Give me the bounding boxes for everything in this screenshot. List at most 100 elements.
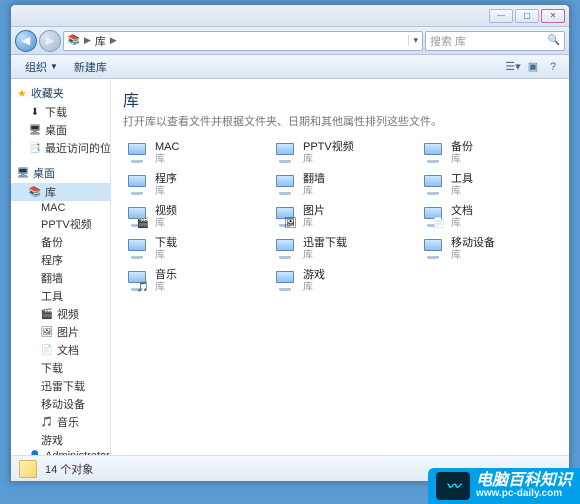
library-sublabel: 库 bbox=[451, 250, 495, 261]
nav-item-lib[interactable]: 🎬视频 bbox=[11, 305, 110, 323]
library-icon bbox=[125, 173, 149, 197]
view-options-button[interactable]: ☰▾ bbox=[503, 57, 523, 77]
library-sublabel: 库 bbox=[155, 250, 177, 261]
watermark-title: 电脑百科知识 bbox=[476, 473, 572, 489]
close-button[interactable]: ✕ bbox=[541, 9, 565, 23]
library-icon: 📚 bbox=[29, 186, 41, 198]
chevron-down-icon: ▼ bbox=[50, 62, 58, 71]
library-icon bbox=[273, 173, 297, 197]
library-item[interactable]: 🖼图片库 bbox=[271, 203, 409, 231]
library-sublabel: 库 bbox=[451, 154, 473, 165]
nav-item-lib[interactable]: 程序 bbox=[11, 251, 110, 269]
library-name: 程序 bbox=[155, 173, 177, 185]
library-item[interactable]: 迅雷下载库 bbox=[271, 235, 409, 263]
library-name: 游戏 bbox=[303, 269, 325, 281]
library-item[interactable]: 🎬视频库 bbox=[123, 203, 261, 231]
library-sublabel: 库 bbox=[155, 186, 177, 197]
breadcrumb-dropdown[interactable]: ▾ bbox=[408, 35, 418, 46]
desktop-header[interactable]: 🖥桌面 bbox=[11, 163, 110, 183]
nav-item-lib[interactable]: 翻墙 bbox=[11, 269, 110, 287]
content-pane: 库 打开库以查看文件并根据文件夹、日期和其他属性排列这些文件。 MAC库PPTV… bbox=[111, 79, 569, 455]
page-title: 库 bbox=[123, 87, 557, 111]
library-item[interactable]: 游戏库 bbox=[271, 267, 409, 295]
nav-item-lib[interactable]: 工具 bbox=[11, 287, 110, 305]
navigation-pane[interactable]: ★收藏夹 ⬇下载 🖥桌面 📑最近访问的位置 🖥桌面 📚库 MAC PPTV视频 … bbox=[11, 79, 111, 455]
library-icon: 🎵 bbox=[125, 269, 149, 293]
nav-item-lib[interactable]: PPTV视频 bbox=[11, 215, 110, 233]
nav-item-recent[interactable]: 📑最近访问的位置 bbox=[11, 139, 110, 157]
library-name: 音乐 bbox=[155, 269, 177, 281]
library-name: MAC bbox=[155, 141, 179, 153]
favorites-header[interactable]: ★收藏夹 bbox=[11, 83, 110, 103]
search-placeholder: 搜索 库 bbox=[430, 33, 466, 49]
library-item[interactable]: 备份库 bbox=[419, 139, 557, 167]
library-icon bbox=[273, 237, 297, 261]
library-sublabel: 库 bbox=[303, 250, 347, 261]
library-icon: 📄 bbox=[421, 205, 445, 229]
library-item[interactable]: 📄 文档库 bbox=[419, 203, 557, 231]
library-sublabel: 库 bbox=[155, 282, 177, 293]
video-icon: 🎬 bbox=[41, 308, 53, 320]
library-icon bbox=[273, 141, 297, 165]
library-item[interactable]: 翻墙库 bbox=[271, 171, 409, 199]
library-icon bbox=[125, 141, 149, 165]
nav-item-lib[interactable]: 下载 bbox=[11, 359, 110, 377]
breadcrumb[interactable]: 📚 ▶ 库 ▶ ▾ bbox=[63, 31, 423, 51]
chevron-right-icon: ▶ bbox=[110, 35, 117, 46]
nav-item-lib[interactable]: 备份 bbox=[11, 233, 110, 251]
library-sublabel: 库 bbox=[303, 282, 325, 293]
document-icon: 📄 bbox=[41, 344, 53, 356]
library-item[interactable]: PPTV视频库 bbox=[271, 139, 409, 167]
nav-item-lib[interactable]: 🖼图片 bbox=[11, 323, 110, 341]
library-sublabel: 库 bbox=[155, 154, 179, 165]
library-sublabel: 库 bbox=[451, 186, 473, 197]
search-input[interactable]: 搜索 库 🔍 bbox=[425, 31, 565, 51]
library-icon bbox=[421, 141, 445, 165]
folder-icon bbox=[19, 460, 37, 478]
library-icon: 📚 bbox=[68, 35, 80, 47]
organize-button[interactable]: 组织▼ bbox=[17, 57, 66, 77]
library-icon bbox=[421, 237, 445, 261]
download-icon: ⬇ bbox=[29, 106, 41, 118]
explorer-window: — ▢ ✕ ◀ ▶ 📚 ▶ 库 ▶ ▾ 搜索 库 🔍 组织▼ 新建库 ☰▾ ▣ … bbox=[10, 4, 570, 482]
status-text: 14 个对象 bbox=[45, 461, 93, 477]
nav-back-button[interactable]: ◀ bbox=[15, 30, 37, 52]
library-sublabel: 库 bbox=[451, 218, 473, 229]
titlebar[interactable]: — ▢ ✕ bbox=[11, 5, 569, 27]
nav-item-lib[interactable]: 移动设备 bbox=[11, 395, 110, 413]
library-sublabel: 库 bbox=[303, 218, 325, 229]
library-item[interactable]: MAC库 bbox=[123, 139, 261, 167]
minimize-button[interactable]: — bbox=[489, 9, 513, 23]
nav-item-downloads[interactable]: ⬇下载 bbox=[11, 103, 110, 121]
new-library-button[interactable]: 新建库 bbox=[66, 57, 115, 77]
nav-item-lib[interactable]: 🎵音乐 bbox=[11, 413, 110, 431]
nav-item-lib[interactable]: MAC bbox=[11, 201, 110, 215]
nav-item-desktop[interactable]: 🖥桌面 bbox=[11, 121, 110, 139]
star-icon: ★ bbox=[17, 87, 27, 100]
library-item[interactable]: 🎵 音乐库 bbox=[123, 267, 261, 295]
nav-item-lib[interactable]: 📄文档 bbox=[11, 341, 110, 359]
library-item[interactable]: 程序库 bbox=[123, 171, 261, 199]
desktop-icon: 🖥 bbox=[29, 124, 41, 136]
library-grid: MAC库PPTV视频库备份库程序库翻墙库工具库🎬视频库🖼图片库📄文档库下载库迅雷… bbox=[123, 139, 557, 295]
preview-pane-button[interactable]: ▣ bbox=[523, 57, 543, 77]
library-name: 文档 bbox=[451, 205, 473, 217]
help-button[interactable]: ? bbox=[543, 57, 563, 77]
library-item[interactable]: 下载库 bbox=[123, 235, 261, 263]
search-icon: 🔍 bbox=[548, 35, 560, 46]
library-sublabel: 库 bbox=[303, 186, 325, 197]
library-name: 迅雷下载 bbox=[303, 237, 347, 249]
chevron-right-icon: ▶ bbox=[84, 35, 91, 46]
nav-item-lib[interactable]: 游戏 bbox=[11, 431, 110, 449]
nav-forward-button[interactable]: ▶ bbox=[39, 30, 61, 52]
library-item[interactable]: 移动设备库 bbox=[419, 235, 557, 263]
library-icon bbox=[125, 237, 149, 261]
library-name: 下载 bbox=[155, 237, 177, 249]
library-name: 视频 bbox=[155, 205, 177, 217]
breadcrumb-segment[interactable]: 库 bbox=[95, 33, 106, 49]
library-item[interactable]: 工具库 bbox=[419, 171, 557, 199]
recent-icon: 📑 bbox=[29, 142, 41, 154]
nav-item-lib[interactable]: 迅雷下载 bbox=[11, 377, 110, 395]
maximize-button[interactable]: ▢ bbox=[515, 9, 539, 23]
nav-item-libraries[interactable]: 📚库 bbox=[11, 183, 110, 201]
